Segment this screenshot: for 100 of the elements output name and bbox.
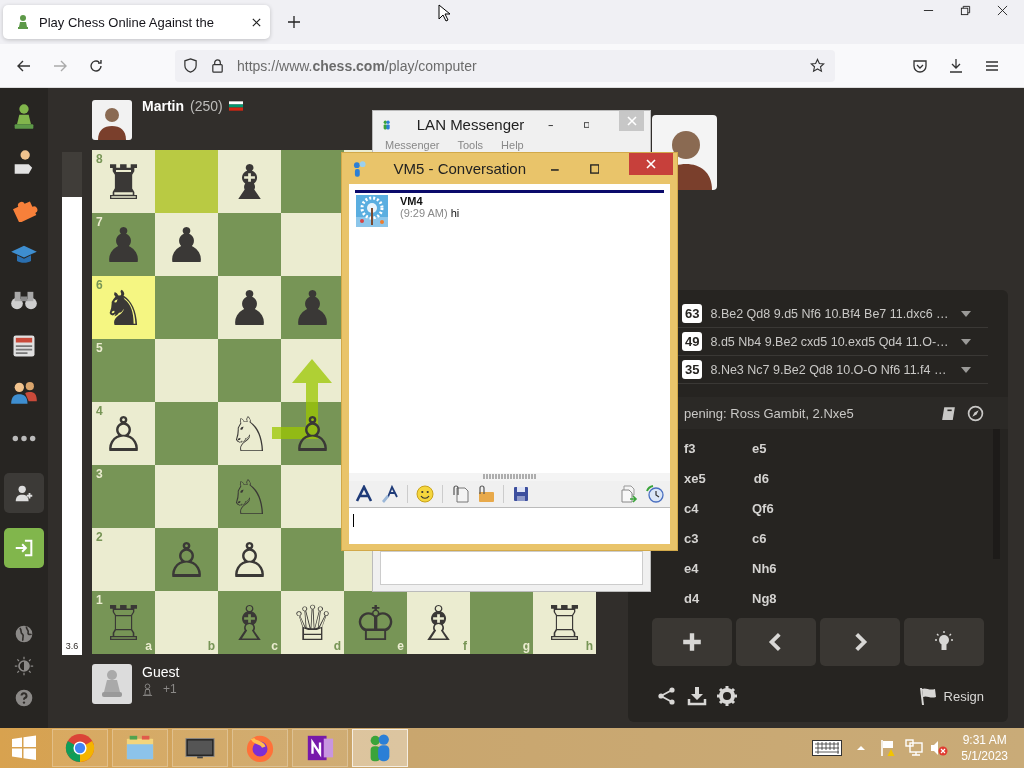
- move-notation[interactable]: c6: [752, 530, 772, 546]
- flag-icon: [917, 686, 938, 706]
- chess-piece[interactable]: ♞: [102, 283, 145, 332]
- flag-icon: [228, 101, 243, 111]
- settings-icon[interactable]: [717, 686, 737, 706]
- restore-icon[interactable]: [960, 5, 971, 16]
- notebook-icon: [305, 733, 335, 763]
- rank-label: 2: [96, 530, 103, 544]
- move-notation[interactable]: c4: [684, 500, 704, 516]
- chess-piece[interactable]: ♙: [102, 409, 145, 458]
- chess-piece[interactable]: ♜: [102, 157, 145, 206]
- maximize-icon[interactable]: [583, 119, 590, 130]
- chess-piece[interactable]: ♙: [228, 535, 271, 584]
- move-notation[interactable]: c3: [684, 530, 704, 546]
- chess-piece[interactable]: ♟: [165, 220, 208, 269]
- avatar-icon: [92, 664, 132, 704]
- engine-line[interactable]: 8.Ne3 Nc7 9.Be2 Qd8 10.O-O Nf6 11.f4 …: [710, 362, 960, 377]
- line-score: 63: [682, 304, 703, 323]
- chess-piece[interactable]: ♗: [417, 598, 460, 647]
- file-label: d: [333, 639, 341, 653]
- chess-piece[interactable]: ♖: [543, 598, 586, 647]
- download-icon[interactable]: [687, 686, 707, 706]
- file-label: b: [207, 639, 215, 653]
- font-icon[interactable]: [355, 485, 373, 503]
- engine-line[interactable]: 8.Be2 Qd8 9.d5 Nf6 10.Bf4 Be7 11.dxc6 …: [710, 306, 960, 321]
- rank-label: 7: [96, 215, 103, 229]
- close-icon[interactable]: [997, 5, 1008, 16]
- splitter-grip[interactable]: [482, 474, 537, 479]
- board-square[interactable]: ♘: [218, 465, 281, 528]
- pawn-outline-icon: [142, 682, 153, 696]
- chess-piece[interactable]: ♘: [228, 409, 271, 458]
- engine-line[interactable]: 8.d5 Nb4 9.Be2 cxd5 10.exd5 Qd4 11.O-…: [710, 334, 960, 349]
- previous-move-button[interactable]: [736, 618, 816, 666]
- add-friend-button[interactable]: [4, 473, 44, 513]
- caret-icon[interactable]: [960, 337, 972, 346]
- move-notation[interactable]: xe5: [684, 470, 706, 486]
- globe-icon[interactable]: [14, 624, 34, 644]
- board-square[interactable]: ♙: [218, 528, 281, 591]
- move-notation[interactable]: d4: [684, 590, 704, 606]
- move-notation[interactable]: Qf6: [752, 500, 774, 516]
- next-move-button[interactable]: [820, 618, 900, 666]
- more-icon[interactable]: [11, 433, 37, 443]
- move-notation[interactable]: d6: [753, 470, 774, 486]
- move-notation[interactable]: f3: [684, 440, 704, 456]
- login-button[interactable]: [4, 528, 44, 568]
- player-rating: (250): [190, 98, 223, 114]
- download-icon[interactable]: [948, 57, 964, 74]
- attach-folder-icon[interactable]: [477, 485, 495, 503]
- chess-piece[interactable]: ♝: [228, 157, 271, 206]
- login-icon: [13, 537, 35, 559]
- rank-label: 3: [96, 467, 103, 481]
- attach-file-icon[interactable]: [451, 485, 469, 503]
- taskbar-app[interactable]: [292, 729, 348, 767]
- chess-piece[interactable]: ♟: [228, 283, 271, 332]
- board-square[interactable]: ♝: [218, 150, 281, 213]
- smiley-icon[interactable]: [416, 485, 434, 503]
- save-icon[interactable]: [512, 485, 530, 503]
- close-button[interactable]: [629, 153, 673, 175]
- lightbulb-icon: [933, 631, 955, 653]
- chess-piece[interactable]: ♘: [228, 472, 271, 521]
- share-icon[interactable]: [657, 686, 677, 706]
- caret-icon[interactable]: [960, 309, 972, 318]
- chess-piece[interactable]: ♕: [291, 598, 334, 647]
- send-file-icon[interactable]: [620, 485, 638, 503]
- lock-icon[interactable]: [210, 58, 225, 73]
- taskbar-app[interactable]: [172, 729, 228, 767]
- reload-icon[interactable]: [88, 57, 104, 74]
- speaker-muted-icon[interactable]: [930, 739, 949, 757]
- taskbar-app[interactable]: [352, 729, 408, 767]
- pocket-icon[interactable]: [912, 57, 928, 74]
- new-tab-icon[interactable]: [287, 15, 301, 29]
- caret-icon[interactable]: [960, 365, 972, 374]
- messenger-icon: [352, 159, 368, 178]
- history-icon[interactable]: [646, 485, 664, 503]
- move-notation[interactable]: Ng8: [752, 590, 777, 606]
- board-square[interactable]: ♟: [218, 276, 281, 339]
- maximize-icon[interactable]: [589, 163, 600, 174]
- move-notation[interactable]: Nh6: [752, 560, 777, 576]
- star-icon[interactable]: [810, 58, 825, 73]
- move-notation[interactable]: e5: [752, 440, 772, 456]
- move-notation[interactable]: e4: [684, 560, 704, 576]
- brightness-icon[interactable]: [14, 656, 34, 676]
- shield-icon[interactable]: [183, 58, 198, 73]
- line-score: 35: [682, 360, 703, 379]
- font-color-icon[interactable]: [381, 485, 399, 503]
- close-icon[interactable]: [251, 16, 262, 28]
- hint-button[interactable]: [904, 618, 984, 666]
- windows-icon: [11, 735, 37, 761]
- resign-button[interactable]: Resign: [917, 686, 984, 706]
- address-bar[interactable]: https://www.chess.com/play/computer: [175, 49, 835, 82]
- cursor-icon: [438, 4, 450, 22]
- board-square[interactable]: ♘: [218, 402, 281, 465]
- taskbar-app[interactable]: [232, 729, 288, 767]
- keyboard-icon[interactable]: [812, 740, 843, 756]
- browser-tab[interactable]: Play Chess Online Against the: [3, 5, 270, 39]
- help-icon[interactable]: [14, 688, 34, 708]
- book-icon[interactable]: [940, 404, 957, 422]
- compass-icon[interactable]: [967, 404, 984, 422]
- new-game-button[interactable]: [652, 618, 732, 666]
- board-square[interactable]: ♟: [155, 213, 218, 276]
